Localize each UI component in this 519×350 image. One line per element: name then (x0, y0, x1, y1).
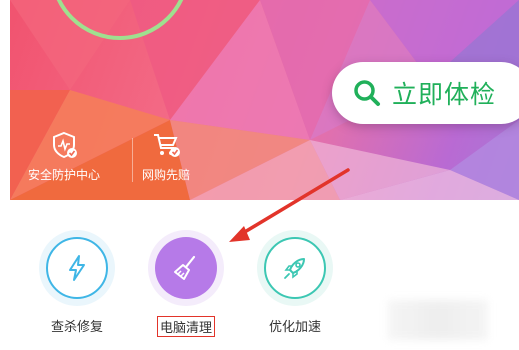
pc-cleanup-halo (148, 230, 224, 306)
blurred-watermark (388, 300, 488, 340)
virus-scan-tool[interactable]: 查杀修复 (32, 230, 122, 335)
online-shopping-item[interactable]: 网购先赔 (142, 130, 190, 183)
speed-up-halo (257, 230, 333, 306)
virus-scan-button[interactable] (46, 237, 108, 299)
security-center-item[interactable]: 安全防护中心 (28, 130, 100, 183)
speed-up-button[interactable] (264, 237, 326, 299)
virus-scan-label: 查杀修复 (50, 320, 103, 335)
online-shopping-label: 网购先赔 (142, 168, 191, 182)
search-icon (354, 80, 380, 106)
checkup-button[interactable]: 立即体检 (332, 62, 519, 124)
virus-scan-halo (39, 230, 115, 306)
pc-cleanup-button[interactable] (155, 237, 217, 299)
app-window: 安全防护中心 网购先赔 立即体检 查杀修复 电脑清理 优化加速 (0, 0, 519, 350)
security-center-label: 安全防护中心 (28, 168, 101, 182)
divider (132, 138, 133, 182)
pc-cleanup-label: 电脑清理 (156, 316, 215, 337)
broom-icon (174, 255, 196, 280)
shield-check-icon (53, 131, 77, 159)
shopping-cart-check-icon (154, 134, 180, 157)
rocket-icon (284, 258, 305, 279)
pc-cleanup-tool[interactable]: 电脑清理 (141, 230, 231, 337)
speed-up-tool[interactable]: 优化加速 (250, 230, 340, 335)
lightning-icon (69, 255, 85, 281)
speed-up-label: 优化加速 (268, 320, 321, 335)
checkup-button-label: 立即体检 (392, 80, 497, 109)
